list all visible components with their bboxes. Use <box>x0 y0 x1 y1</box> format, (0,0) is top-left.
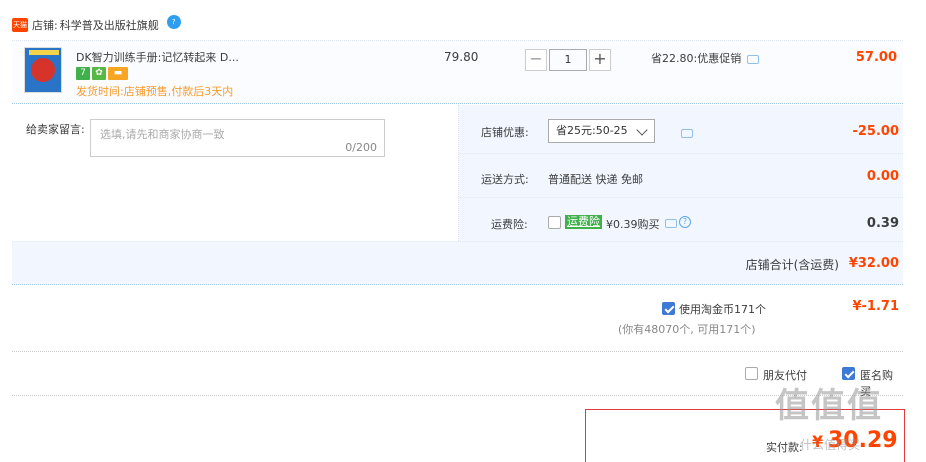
friend-pay-checkbox[interactable] <box>745 367 758 380</box>
shop-name-link[interactable]: 科学普及出版社旗舰 <box>60 17 159 33</box>
promo-comment-icon[interactable] <box>747 55 760 64</box>
thumbnail-title-strip <box>29 50 59 55</box>
item-subtotal: 57.00 <box>855 50 897 65</box>
discount-label: 店铺优惠: <box>481 126 529 139</box>
tmall-badge-icon: 天猫 <box>12 18 28 32</box>
quantity-input[interactable]: 1 <box>549 49 587 71</box>
order-item-row: DK智力训练手册:记忆转起来 D... 7 ✿ ▬ 发货时间:店铺预售,付款后3… <box>12 40 903 104</box>
shop-total-value: ¥32.00 <box>848 256 899 271</box>
options-row-divider <box>459 197 903 198</box>
help-icon[interactable]: ? <box>679 216 691 228</box>
shipping-amount: 0.00 <box>866 169 899 184</box>
coins-section: 使用淘金币171个 (你有48070个, 可用171个) ¥-1.71 <box>12 286 903 352</box>
message-placeholder: 选填,请先和商家协商一致 <box>100 128 225 141</box>
insurance-price: ¥0.39购买 <box>606 218 660 231</box>
site-watermark: 值值值 <box>775 386 883 426</box>
shop-total-bar: 店铺合计(含运费) ¥32.00 <box>12 241 903 285</box>
shop-label: 店铺: <box>32 19 58 32</box>
discount-select[interactable]: 省25元:50-25 <box>548 119 655 143</box>
discount-comment-icon[interactable] <box>681 129 693 138</box>
seven-day-return-icon[interactable]: 7 <box>76 67 90 80</box>
coins-balance-note: (你有48070个, 可用171个) <box>618 323 756 336</box>
guarantee-icon[interactable]: ✿ <box>92 67 106 80</box>
quantity-increase-button[interactable]: + <box>589 49 611 71</box>
insurance-label: 运费险: <box>491 218 528 231</box>
ship-time: 发货时间:店铺预售,付款后3天内 <box>76 85 234 98</box>
unit-price: 79.80 <box>444 50 479 64</box>
coins-discount-amount: ¥-1.71 <box>852 299 899 314</box>
payment-options: 朋友代付 匿名购买 <box>12 352 903 398</box>
product-title-link[interactable]: DK智力训练手册:记忆转起来 D... <box>76 49 239 65</box>
promo-info: 省22.80:优惠促销 <box>651 50 760 66</box>
final-amount-label: 实付款: <box>766 441 803 454</box>
quantity-decrease-button[interactable]: − <box>525 49 547 71</box>
chevron-down-icon <box>636 124 648 136</box>
shop-total-label: 店铺合计(含运费) <box>745 258 839 272</box>
options-row-divider <box>459 153 903 154</box>
site-watermark-text: 什么值得买 <box>800 438 861 452</box>
product-thumbnail[interactable] <box>24 47 62 93</box>
promo-text: 省22.80:优惠促销 <box>651 52 742 65</box>
quantity-stepper: − 1 + <box>525 49 611 71</box>
shipping-method: 普通配送 快递 免邮 <box>548 173 643 186</box>
credit-card-icon[interactable]: ▬ <box>108 67 128 80</box>
order-options: 给卖家留言: 选填,请先和商家协商一致 0/200 店铺优惠: 省25元:50-… <box>12 105 903 241</box>
chat-icon[interactable]: ? <box>166 15 181 29</box>
insurance-tag: 运费险 <box>565 215 602 229</box>
shop-header: 天猫 店铺: 科学普及出版社旗舰 ? <box>12 15 181 34</box>
insurance-amount: 0.39 <box>866 216 899 231</box>
insurance-comment-icon[interactable] <box>665 219 677 228</box>
discount-amount: -25.00 <box>852 124 899 139</box>
service-icons: 7 ✿ ▬ <box>76 67 128 80</box>
message-label: 给卖家留言: <box>26 123 85 136</box>
use-coins-label[interactable]: 使用淘金币171个 <box>679 301 766 317</box>
use-coins-checkbox[interactable] <box>662 302 675 315</box>
message-char-count: 0/200 <box>345 141 377 154</box>
options-panel: 店铺优惠: 省25元:50-25 -25.00 运送方式: 普通配送 快递 免邮… <box>459 105 903 241</box>
shipping-label: 运送方式: <box>481 173 529 186</box>
insurance-checkbox[interactable] <box>548 216 561 229</box>
thumbnail-brain-graphic <box>31 58 55 82</box>
seller-message-textarea[interactable]: 选填,请先和商家协商一致 0/200 <box>90 119 385 157</box>
discount-selected: 省25元:50-25 <box>556 124 628 137</box>
